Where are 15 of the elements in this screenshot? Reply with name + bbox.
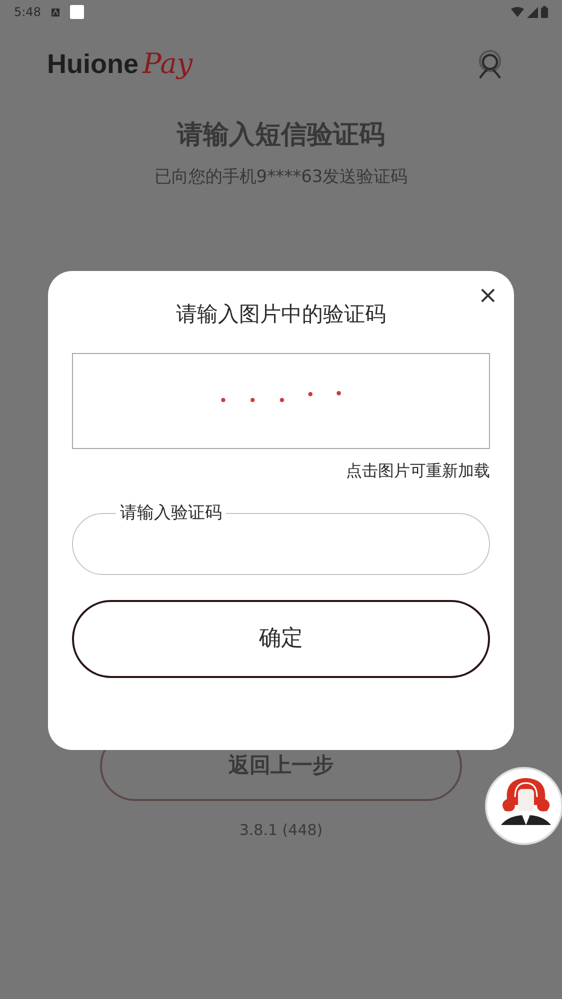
wifi-icon [511,7,524,17]
captcha-image[interactable] [72,352,490,448]
logo-word: Huione [47,48,138,81]
version-text: 3.8.1 (448) [239,820,323,840]
status-time: 5:48 [14,4,41,21]
dialog-title: 请输入图片中的验证码 [176,301,386,328]
battery-icon [541,6,548,18]
captcha-reload-hint: 点击图片可重新加载 [346,460,490,482]
confirm-button[interactable]: 确定 [72,600,490,678]
close-button[interactable]: × [478,283,498,307]
signal-icon [527,6,538,18]
logo-accent: Pay [142,46,193,82]
page-title: 请输入短信验证码 [177,119,385,152]
page-subtitle: 已向您的手机9****63发送验证码 [154,166,408,189]
notification-icon [70,5,84,19]
